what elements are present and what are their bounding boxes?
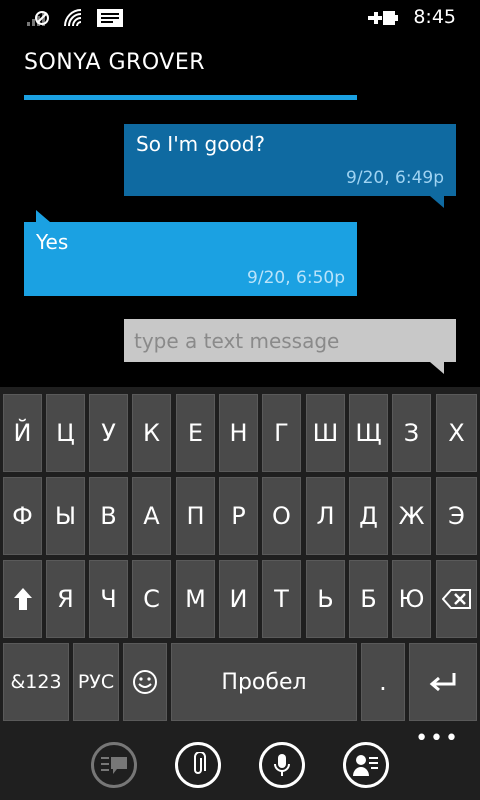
enter-key[interactable]: [409, 643, 477, 721]
key-b[interactable]: Б: [349, 560, 388, 638]
enter-icon: [429, 673, 456, 692]
key-u[interactable]: У: [89, 394, 128, 472]
key-s[interactable]: С: [132, 560, 171, 638]
shift-key[interactable]: [3, 560, 42, 638]
backspace-icon: [441, 589, 471, 609]
key-r[interactable]: Р: [219, 477, 258, 555]
signal-off-icon: [27, 11, 49, 26]
key-v[interactable]: В: [89, 477, 128, 555]
message-text: Yes: [36, 230, 69, 254]
key-ij[interactable]: Й: [3, 394, 42, 472]
switch-sim-icon: [101, 757, 127, 774]
key-f[interactable]: Ф: [3, 477, 42, 555]
key-ts[interactable]: Ц: [46, 394, 85, 472]
clock: 8:45: [413, 6, 456, 28]
key-k[interactable]: К: [132, 394, 171, 472]
message-timestamp: 9/20, 6:49p: [346, 168, 444, 188]
attach-icon: [194, 752, 206, 774]
backspace-key[interactable]: [436, 560, 477, 638]
bubble-tail: [430, 362, 444, 374]
space-key[interactable]: Пробел: [171, 643, 357, 721]
language-key[interactable]: РУС: [73, 643, 119, 721]
incoming-message-bubble[interactable]: Yes 9/20, 6:50p: [24, 210, 357, 296]
message-icon: [97, 9, 123, 27]
wifi-icon: [64, 9, 82, 27]
bubble-tail: [430, 196, 444, 208]
key-z[interactable]: З: [392, 394, 431, 472]
key-l[interactable]: Л: [306, 477, 345, 555]
voice-button[interactable]: [259, 742, 305, 788]
key-i[interactable]: И: [219, 560, 258, 638]
status-bar: 8:45: [0, 0, 480, 36]
message-composer[interactable]: [124, 319, 456, 374]
key-y[interactable]: Ы: [46, 477, 85, 555]
key-yu[interactable]: Ю: [392, 560, 431, 638]
message-timestamp: 9/20, 6:50p: [247, 268, 345, 288]
key-shch[interactable]: Щ: [349, 394, 388, 472]
shift-up-arrow-icon: [13, 588, 32, 610]
more-options-button[interactable]: •••: [415, 728, 460, 750]
key-g[interactable]: Г: [262, 394, 301, 472]
attach-button[interactable]: [175, 742, 221, 788]
voice-icon: [274, 754, 290, 776]
smiley-icon: [133, 670, 157, 694]
accent-underline: [24, 95, 357, 100]
key-sh[interactable]: Ш: [306, 394, 345, 472]
key-p[interactable]: П: [176, 477, 215, 555]
contact-card-button[interactable]: [343, 742, 389, 788]
contact-name[interactable]: SONYA GROVER: [24, 50, 205, 75]
switch-sim-button[interactable]: [91, 742, 137, 788]
key-t[interactable]: Т: [262, 560, 301, 638]
key-m[interactable]: М: [176, 560, 215, 638]
message-text: So I'm good?: [136, 132, 266, 156]
key-soft-sign[interactable]: Ь: [306, 560, 345, 638]
symbols-key[interactable]: &123: [3, 643, 69, 721]
charging-battery-icon: [368, 11, 398, 25]
key-zh[interactable]: Ж: [392, 477, 431, 555]
key-ya[interactable]: Я: [46, 560, 85, 638]
message-input[interactable]: [124, 319, 456, 362]
key-ch[interactable]: Ч: [89, 560, 128, 638]
key-a[interactable]: А: [132, 477, 171, 555]
bubble-tail: [36, 210, 50, 222]
key-e[interactable]: Э: [436, 477, 477, 555]
period-key[interactable]: .: [361, 643, 405, 721]
emoji-key[interactable]: [123, 643, 167, 721]
keyboard: Й Ц У К Е Н Г Ш Щ З Х Ф Ы В А П Р О Л Д …: [0, 387, 480, 728]
key-n[interactable]: Н: [219, 394, 258, 472]
key-ye[interactable]: Е: [176, 394, 215, 472]
contact-card-icon: [353, 755, 378, 776]
app-bar: •••: [0, 728, 480, 800]
outgoing-message-bubble[interactable]: So I'm good? 9/20, 6:49p: [124, 124, 456, 208]
key-o[interactable]: О: [262, 477, 301, 555]
key-d[interactable]: Д: [349, 477, 388, 555]
key-kh[interactable]: Х: [436, 394, 477, 472]
